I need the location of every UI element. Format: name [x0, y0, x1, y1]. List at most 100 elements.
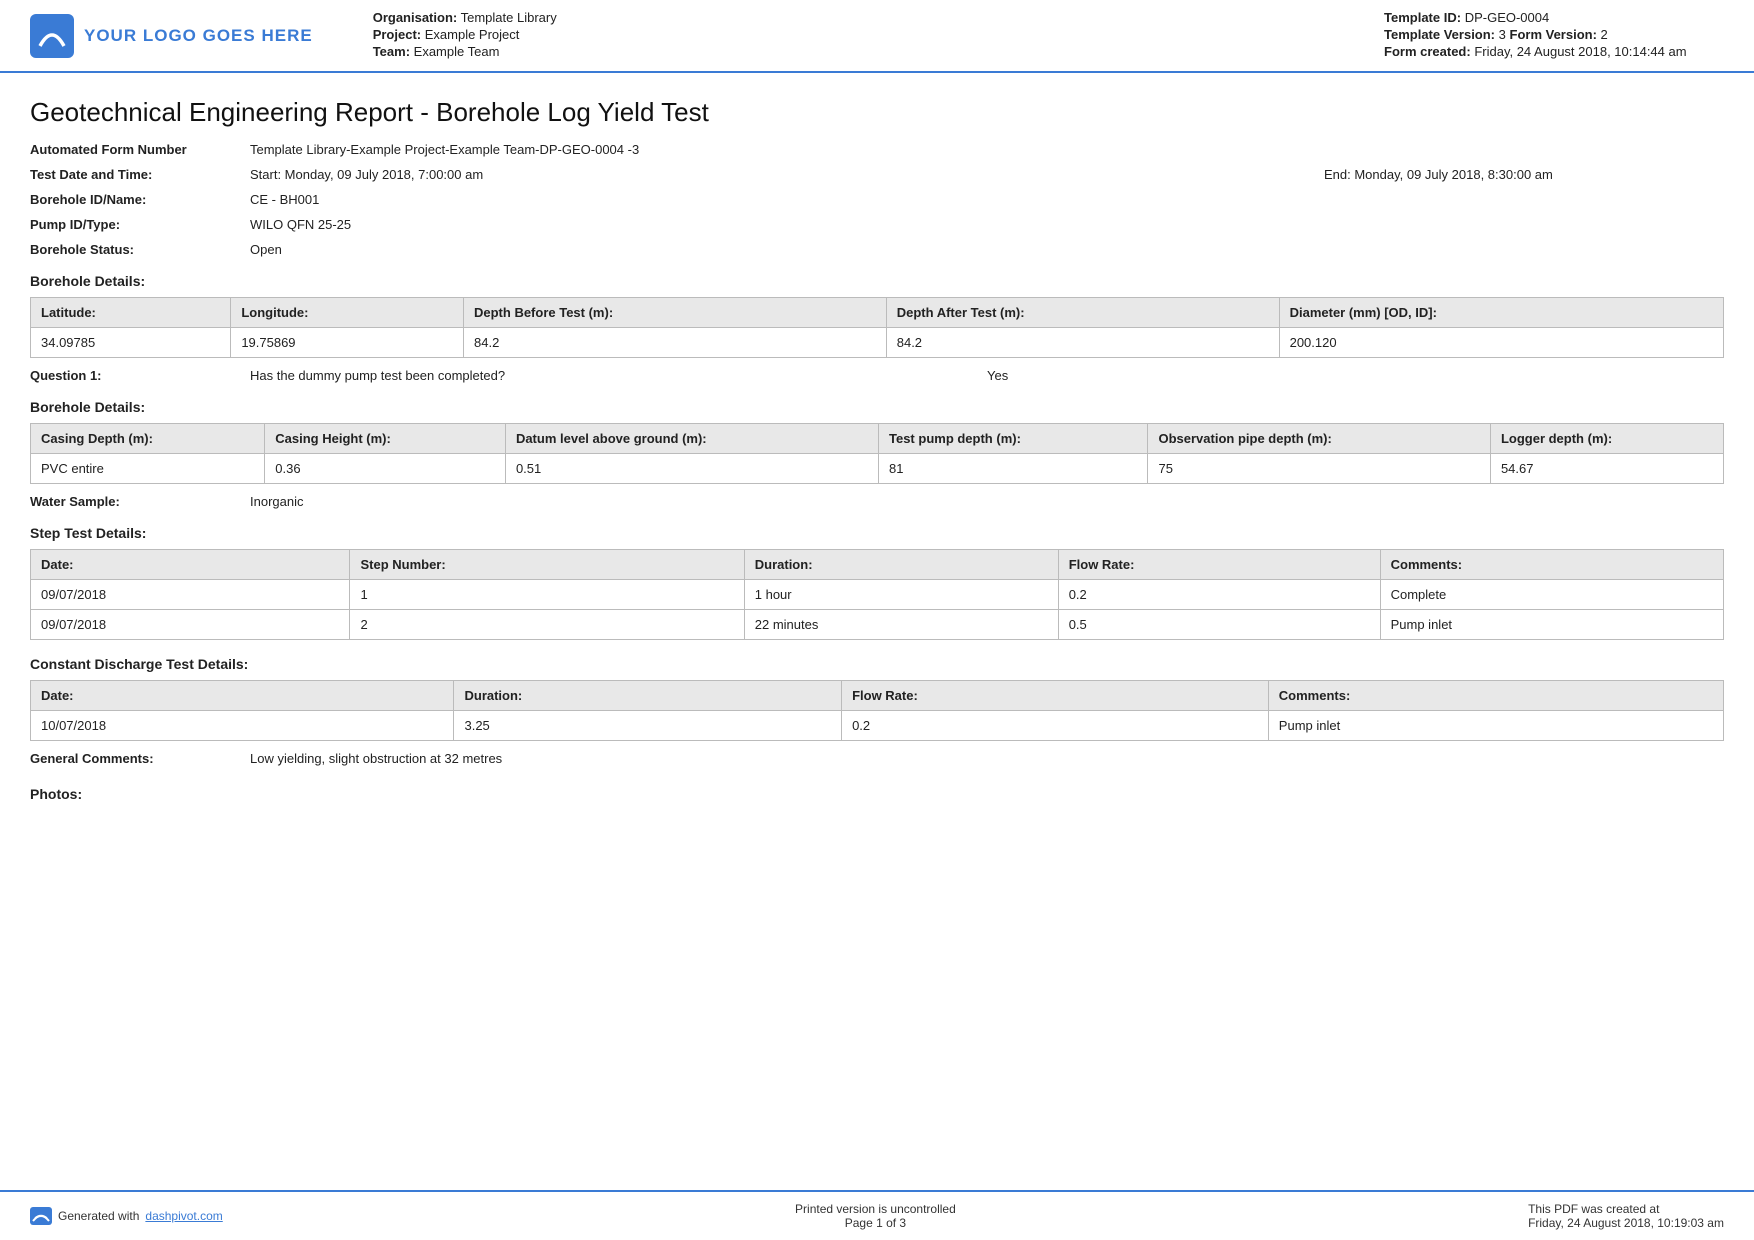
- logo-area: YOUR LOGO GOES HERE: [30, 10, 313, 61]
- col-obs-pipe-depth: Observation pipe depth (m):: [1148, 424, 1490, 454]
- table-cell: 1 hour: [744, 580, 1058, 610]
- footer-left: Generated with dashpivot.com: [30, 1207, 223, 1225]
- col-comments: Comments:: [1380, 550, 1723, 580]
- header-center: Organisation: Template Library Project: …: [333, 10, 1364, 61]
- col-comments: Comments:: [1268, 681, 1723, 711]
- cell-longitude: 19.75869: [231, 328, 464, 358]
- table-cell: 10/07/2018: [31, 711, 454, 741]
- general-comments-row: General Comments: Low yielding, slight o…: [30, 751, 1724, 766]
- table-row: 34.09785 19.75869 84.2 84.2 200.120: [31, 328, 1724, 358]
- col-depth-before: Depth Before Test (m):: [464, 298, 887, 328]
- water-sample-row: Water Sample: Inorganic: [30, 494, 1724, 509]
- template-id-label: Template ID:: [1384, 10, 1461, 25]
- col-diameter: Diameter (mm) [OD, ID]:: [1279, 298, 1723, 328]
- table-cell: Complete: [1380, 580, 1723, 610]
- question1-question: Has the dummy pump test been completed?: [250, 368, 987, 383]
- borehole-id-label: Borehole ID/Name:: [30, 192, 250, 207]
- col-logger-depth: Logger depth (m):: [1490, 424, 1723, 454]
- question1-answer: Yes: [987, 368, 1724, 383]
- form-version-label: Form Version:: [1510, 27, 1597, 42]
- table-cell: 22 minutes: [744, 610, 1058, 640]
- pump-id-label: Pump ID/Type:: [30, 217, 250, 232]
- pump-id-row: Pump ID/Type: WILO QFN 25-25: [30, 217, 1724, 232]
- table-cell: Pump inlet: [1268, 711, 1723, 741]
- col-flow-rate: Flow Rate:: [1058, 550, 1380, 580]
- col-duration: Duration:: [744, 550, 1058, 580]
- table-row: PVC entire 0.36 0.51 81 75 54.67: [31, 454, 1724, 484]
- photos-title: Photos:: [30, 786, 1724, 802]
- cell-diameter: 200.120: [1279, 328, 1723, 358]
- test-date-start: Start: Monday, 09 July 2018, 7:00:00 am: [250, 167, 1324, 182]
- org-line: Organisation: Template Library: [373, 10, 1364, 25]
- cell-casing-depth: PVC entire: [31, 454, 265, 484]
- cell-test-pump-depth: 81: [879, 454, 1148, 484]
- col-casing-height: Casing Height (m):: [265, 424, 506, 454]
- borehole-details-2-table: Casing Depth (m): Casing Height (m): Dat…: [30, 423, 1724, 484]
- col-date: Date:: [31, 681, 454, 711]
- borehole-status-label: Borehole Status:: [30, 242, 250, 257]
- constant-discharge-title: Constant Discharge Test Details:: [30, 656, 1724, 672]
- footer-right: This PDF was created at Friday, 24 Augus…: [1528, 1202, 1724, 1230]
- template-version-value: 3: [1499, 27, 1506, 42]
- col-casing-depth: Casing Depth (m):: [31, 424, 265, 454]
- col-longitude: Longitude:: [231, 298, 464, 328]
- borehole-id-row: Borehole ID/Name: CE - BH001: [30, 192, 1724, 207]
- borehole-details-1-table: Latitude: Longitude: Depth Before Test (…: [30, 297, 1724, 358]
- step-test-table: Date: Step Number: Duration: Flow Rate: …: [30, 549, 1724, 640]
- content: Geotechnical Engineering Report - Boreho…: [0, 73, 1754, 1190]
- automated-form-row: Automated Form Number Template Library-E…: [30, 142, 1724, 157]
- borehole-details-1-title: Borehole Details:: [30, 273, 1724, 289]
- table-cell: 3.25: [454, 711, 842, 741]
- borehole-status-row: Borehole Status: Open: [30, 242, 1724, 257]
- table-cell: 2: [350, 610, 744, 640]
- table-cell: 0.5: [1058, 610, 1380, 640]
- project-line: Project: Example Project: [373, 27, 1364, 42]
- pump-id-value: WILO QFN 25-25: [250, 217, 1724, 232]
- cell-depth-after: 84.2: [886, 328, 1279, 358]
- test-date-row: Test Date and Time: Start: Monday, 09 Ju…: [30, 167, 1724, 182]
- question1-label: Question 1:: [30, 368, 250, 383]
- footer-center-line1: Printed version is uncontrolled: [795, 1202, 956, 1216]
- cell-casing-height: 0.36: [265, 454, 506, 484]
- general-comments-value: Low yielding, slight obstruction at 32 m…: [250, 751, 1724, 766]
- page: YOUR LOGO GOES HERE Organisation: Templa…: [0, 0, 1754, 1240]
- form-created-value: Friday, 24 August 2018, 10:14:44 am: [1474, 44, 1686, 59]
- form-created-label: Form created:: [1384, 44, 1471, 59]
- footer-generated-text: Generated with: [58, 1209, 139, 1223]
- automated-form-label: Automated Form Number: [30, 142, 250, 157]
- step-test-title: Step Test Details:: [30, 525, 1724, 541]
- col-date: Date:: [31, 550, 350, 580]
- table-row: 10/07/20183.250.2Pump inlet: [31, 711, 1724, 741]
- footer-link[interactable]: dashpivot.com: [145, 1209, 222, 1223]
- col-flow-rate: Flow Rate:: [842, 681, 1269, 711]
- footer-right-line2: Friday, 24 August 2018, 10:19:03 am: [1528, 1216, 1724, 1230]
- borehole-details-2-title: Borehole Details:: [30, 399, 1724, 415]
- table-cell: 1: [350, 580, 744, 610]
- col-duration: Duration:: [454, 681, 842, 711]
- general-comments-label: General Comments:: [30, 751, 250, 766]
- template-id-line: Template ID: DP-GEO-0004: [1384, 10, 1724, 25]
- footer: Generated with dashpivot.com Printed ver…: [0, 1190, 1754, 1240]
- col-datum-level: Datum level above ground (m):: [505, 424, 878, 454]
- constant-discharge-table: Date: Duration: Flow Rate: Comments: 10/…: [30, 680, 1724, 741]
- header-right: Template ID: DP-GEO-0004 Template Versio…: [1384, 10, 1724, 61]
- team-value: Example Team: [414, 44, 500, 59]
- col-step-number: Step Number:: [350, 550, 744, 580]
- col-depth-after: Depth After Test (m):: [886, 298, 1279, 328]
- cell-depth-before: 84.2: [464, 328, 887, 358]
- team-label: Team:: [373, 44, 410, 59]
- table-cell: 09/07/2018: [31, 580, 350, 610]
- borehole-status-value: Open: [250, 242, 1724, 257]
- table-cell: 09/07/2018: [31, 610, 350, 640]
- table-cell: 0.2: [842, 711, 1269, 741]
- template-version-label: Template Version:: [1384, 27, 1495, 42]
- footer-right-line1: This PDF was created at: [1528, 1202, 1724, 1216]
- test-date-end: End: Monday, 09 July 2018, 8:30:00 am: [1324, 167, 1724, 182]
- table-cell: 0.2: [1058, 580, 1380, 610]
- logo-text: YOUR LOGO GOES HERE: [84, 26, 313, 46]
- borehole-details-1-header-row: Latitude: Longitude: Depth Before Test (…: [31, 298, 1724, 328]
- form-created-line: Form created: Friday, 24 August 2018, 10…: [1384, 44, 1724, 59]
- template-version-line: Template Version: 3 Form Version: 2: [1384, 27, 1724, 42]
- test-date-label: Test Date and Time:: [30, 167, 250, 182]
- table-row: 09/07/2018222 minutes0.5Pump inlet: [31, 610, 1724, 640]
